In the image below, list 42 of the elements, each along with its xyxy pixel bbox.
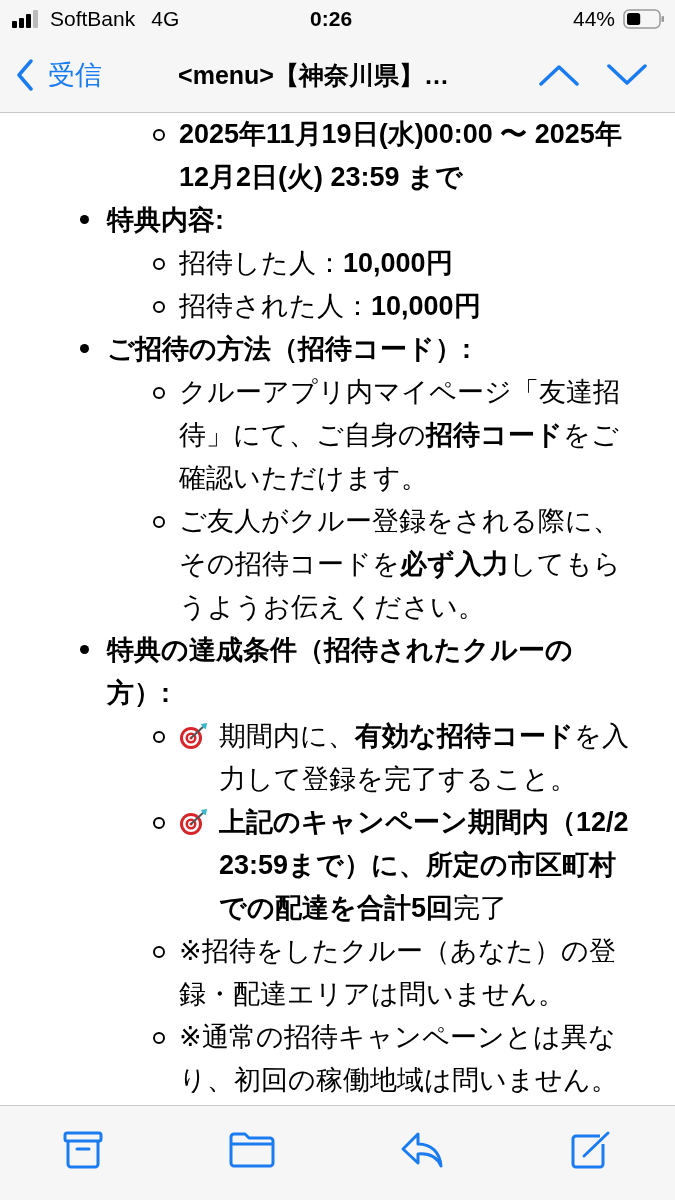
chevron-up-icon — [539, 64, 579, 86]
message-title: <menu>【神奈川県】… — [177, 59, 450, 91]
list-bullet — [80, 344, 89, 353]
section-heading: 特典内容: — [107, 205, 224, 235]
list-item-text: ご友人がクルー登録をされる際に、その招待コードを必ず入力してもらうようお伝えください。 — [179, 505, 622, 624]
battery-icon — [623, 9, 665, 29]
list-item-text: 招待した人：10,000円 — [179, 247, 453, 280]
list-bullet — [153, 731, 165, 743]
list-item-text: 2025年11月19日(水)00:00 〜 2025年12月2日(火) 23:59 まで — [179, 118, 623, 194]
list-bullet — [153, 258, 165, 270]
chevron-down-icon — [607, 64, 647, 86]
archive-button[interactable] — [62, 1131, 103, 1169]
list-bullet — [153, 946, 165, 958]
list-item-text: ※通常の招待キャンペーンとは異なり、初回の稼働地域は問いません。 — [179, 1021, 619, 1097]
archive-box-icon — [62, 1131, 103, 1169]
list-bullet — [153, 129, 165, 141]
reply-button[interactable] — [400, 1131, 445, 1169]
list-bullet — [80, 215, 89, 224]
carrier-name: SoftBank — [50, 7, 136, 31]
list-bullet — [153, 817, 165, 829]
target-icon — [179, 808, 209, 836]
section-heading: 特典の達成条件（招待されたクルーの方）: — [107, 635, 573, 708]
clock-time: 0:26 — [309, 7, 354, 31]
list-bullet — [153, 387, 165, 399]
list-bullet — [80, 645, 89, 654]
back-chevron-icon — [16, 59, 34, 91]
battery-percent: 44% — [572, 7, 615, 31]
list-bullet — [153, 1032, 165, 1044]
list-item-text: 期間内に、有効な招待コードを入力して登録を完了すること。 — [219, 720, 630, 796]
reply-arrow-icon — [400, 1131, 445, 1169]
folder-icon — [228, 1132, 275, 1168]
section-heading: ご招待の方法（招待コード）: — [107, 334, 471, 364]
list-item-text: 招待された人：10,000円 — [179, 290, 481, 323]
list-bullet — [153, 516, 165, 528]
list-item-text: 上記のキャンペーン期間内（12/2 23:59まで）に、所定の市区町村での配達を合計5回完了 — [219, 806, 630, 925]
list-item-text: クルーアプリ内マイページ「友達招待」にて、ご自身の招待コードをご確認いただけます。 — [179, 376, 621, 495]
target-icon — [179, 722, 209, 750]
back-button[interactable]: 受信 — [16, 57, 102, 93]
list-item-text: ※招待をしたクルー（あなた）の登録・配達エリアは問いません。 — [179, 935, 617, 1011]
network-type: 4G — [151, 7, 180, 31]
list-bullet — [153, 301, 165, 313]
move-to-folder-button[interactable] — [228, 1132, 275, 1168]
